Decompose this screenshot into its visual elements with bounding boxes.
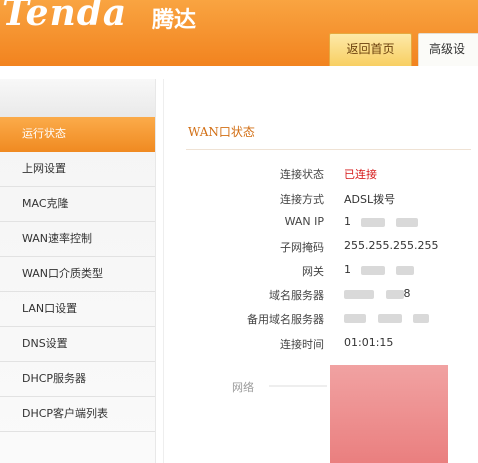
sidebar-header (0, 79, 155, 118)
row-label: WAN IP (284, 215, 324, 228)
tab-home[interactable]: 返回首页 (329, 33, 412, 66)
sidebar: 运行状态 上网设置 MAC克隆 WAN速率控制 WAN口介质类型 LAN口设置 … (0, 79, 156, 463)
sidebar-item-dhcp-clients[interactable]: DHCP客户端列表 (0, 397, 155, 432)
redacted-block (385, 289, 404, 299)
brand-name-cn: 腾达 (152, 8, 197, 33)
sidebar-item-wan-media[interactable]: WAN口介质类型 (0, 257, 155, 292)
network-bar (269, 385, 327, 387)
row-label: 连接状态 (280, 168, 324, 181)
redacted-block (344, 289, 374, 299)
sidebar-item-dhcp-server[interactable]: DHCP服务器 (0, 362, 155, 397)
subnet-mask-value: 255.255.255.255 (344, 239, 439, 252)
wan-ip-value: 1 (344, 215, 418, 228)
sidebar-item-mac-clone[interactable]: MAC克隆 (0, 187, 155, 222)
connection-type-value: ADSL拨号 (344, 193, 396, 206)
redacted-block (396, 217, 418, 227)
connection-status-value: 已连接 (344, 168, 377, 181)
top-banner: Tenda 腾达 返回首页 高级设 (0, 0, 478, 66)
sidebar-item-internet-settings[interactable]: 上网设置 (0, 152, 155, 187)
wan-ip-text: 1 (344, 215, 351, 228)
redacted-block (413, 313, 429, 323)
row-label: 连接时间 (280, 338, 324, 351)
row-label: 连接方式 (280, 193, 324, 206)
row-label: 备用域名服务器 (247, 313, 324, 326)
network-label: 网络 (232, 381, 254, 394)
redacted-block (396, 265, 414, 275)
main-panel: WAN口状态 连接状态 已连接 连接方式 ADSL拨号 WAN IP 1 子网掩… (163, 79, 478, 463)
row-label: 子网掩码 (280, 241, 324, 254)
sidebar-item-wan-speed[interactable]: WAN速率控制 (0, 222, 155, 257)
section-divider (186, 149, 471, 150)
sidebar-item-run-status[interactable]: 运行状态 (0, 117, 155, 152)
sidebar-item-lan[interactable]: LAN口设置 (0, 292, 155, 327)
row-label: 网关 (302, 265, 324, 278)
connection-time-value: 01:01:15 (344, 336, 394, 349)
tab-advanced[interactable]: 高级设 (418, 33, 478, 66)
section-title: WAN口状态 (188, 125, 255, 139)
redaction-mark (330, 365, 448, 463)
tenda-logo: Tenda (2, 0, 128, 34)
dns-server-text: 8 (403, 287, 411, 300)
sidebar-item-dns[interactable]: DNS设置 (0, 327, 155, 362)
gateway-value: 1 (344, 263, 414, 276)
redacted-block (360, 217, 385, 227)
row-label: 域名服务器 (269, 289, 324, 302)
redacted-block (377, 313, 402, 323)
backup-dns-value (344, 311, 429, 324)
redacted-block (360, 265, 385, 275)
gateway-text: 1 (344, 263, 351, 276)
redacted-block (344, 313, 366, 323)
dns-server-value: 8 (344, 287, 411, 300)
